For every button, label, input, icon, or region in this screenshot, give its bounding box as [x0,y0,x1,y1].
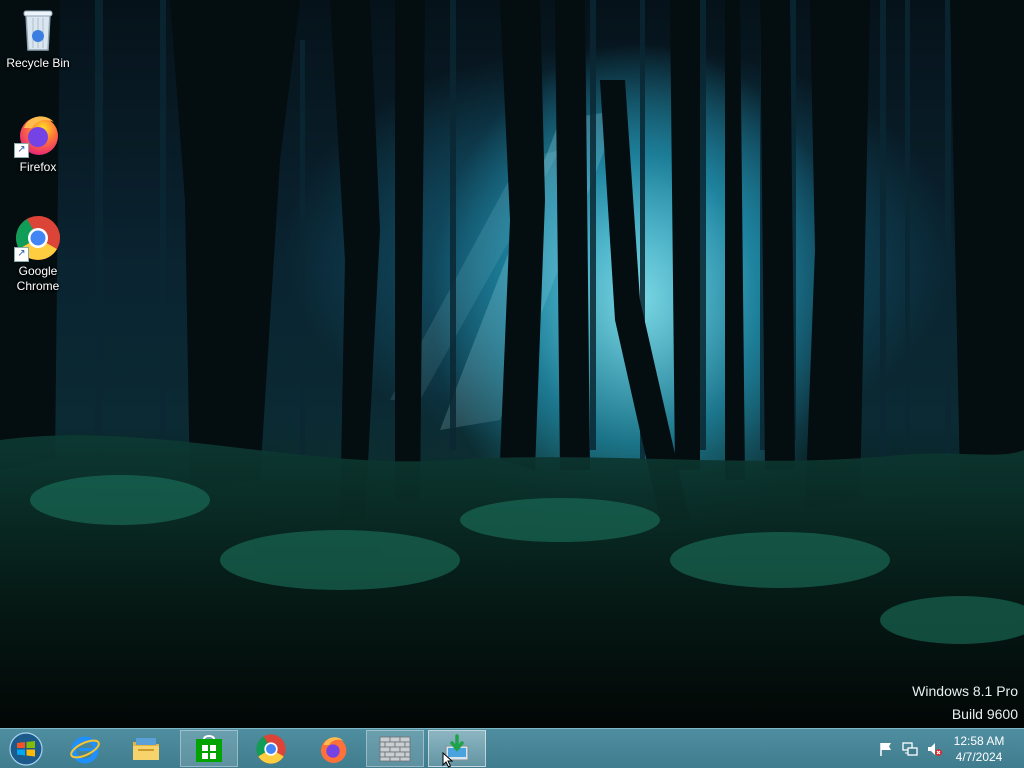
desktop[interactable]: Recycle Bin ↗ Firefox ↗ Google Chrome Wi… [0,0,1024,768]
file-explorer-icon [133,737,159,760]
shortcut-arrow-icon: ↗ [14,247,29,262]
windows-version-watermark: Windows 8.1 Pro Build 9600 [912,680,1018,726]
internet-explorer-icon [70,736,100,763]
firefox-icon: ↗ [14,110,62,158]
volume-muted-icon[interactable] [926,741,942,757]
watermark-edition: Windows 8.1 Pro [912,683,1018,699]
chrome-icon: ↗ [14,214,62,262]
desktop-icon-label: Google Chrome [16,264,60,293]
brick-wall-icon [379,736,411,761]
clock-time: 12:58 AM [953,734,1005,748]
taskbar: 12:58 AM 4/7/2024 [0,728,1024,768]
taskbar-clock[interactable]: 12:58 AM 4/7/2024 [944,733,1014,765]
store-icon [196,734,222,762]
taskbar-google-chrome[interactable] [242,730,300,767]
network-icon[interactable] [902,741,918,757]
desktop-icon-firefox[interactable]: ↗ Firefox [0,110,76,175]
taskbar-store[interactable] [180,730,238,767]
chrome-icon [256,733,286,764]
start-button[interactable] [6,731,46,767]
taskbar-internet-explorer[interactable] [56,730,114,767]
taskbar-firefox[interactable] [304,730,362,767]
mouse-cursor-icon [442,752,454,768]
wallpaper-forest [0,0,1024,730]
recycle-bin-icon [14,6,62,54]
action-center-flag-icon[interactable] [878,741,894,757]
desktop-icon-recycle-bin[interactable]: Recycle Bin [0,6,76,71]
desktop-icon-label: Firefox [19,160,57,174]
desktop-icon-label: Recycle Bin [6,56,70,70]
watermark-build: Build 9600 [951,706,1018,722]
taskbar-brick-wall-app[interactable] [366,730,424,767]
taskbar-installer[interactable] [428,730,486,767]
desktop-icon-google-chrome[interactable]: ↗ Google Chrome [0,214,76,294]
clock-date: 4/7/2024 [955,750,1003,764]
shortcut-arrow-icon: ↗ [14,143,29,158]
taskbar-file-explorer[interactable] [117,730,175,767]
system-tray: 12:58 AM 4/7/2024 [864,729,1024,768]
windows-start-icon [9,732,43,766]
firefox-icon [321,736,347,763]
